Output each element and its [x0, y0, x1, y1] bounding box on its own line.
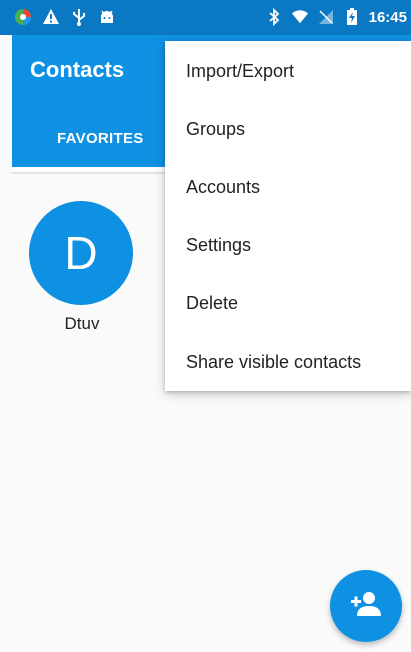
contact-name[interactable]: Dtuv — [50, 314, 114, 334]
battery-charging-icon — [343, 8, 361, 26]
usb-icon — [70, 8, 88, 26]
signal-icon — [317, 8, 335, 26]
overflow-menu: Import/Export Groups Accounts Settings D… — [165, 41, 411, 391]
page-title: Contacts — [30, 57, 125, 82]
bluetooth-icon — [265, 8, 283, 26]
status-bar-left — [14, 8, 116, 26]
menu-item-delete[interactable]: Delete — [165, 275, 411, 331]
status-bar: 16:45 — [0, 0, 411, 35]
menu-item-import-export[interactable]: Import/Export — [165, 43, 411, 99]
menu-item-settings[interactable]: Settings — [165, 217, 411, 273]
status-bar-right: 16:45 — [265, 8, 407, 26]
app-logo-icon — [14, 8, 32, 26]
avatar[interactable]: D — [29, 201, 133, 305]
add-contact-button[interactable] — [330, 570, 402, 642]
warning-icon — [42, 8, 60, 26]
wifi-icon — [291, 8, 309, 26]
tab-indicator — [12, 167, 172, 171]
menu-item-groups[interactable]: Groups — [165, 101, 411, 157]
menu-item-accounts[interactable]: Accounts — [165, 159, 411, 215]
menu-item-share-visible-contacts[interactable]: Share visible contacts — [165, 334, 411, 390]
tab-favorites[interactable]: FAVORITES — [57, 130, 144, 147]
add-contact-icon — [350, 591, 382, 622]
android-icon — [98, 8, 116, 26]
status-time: 16:45 — [368, 8, 407, 26]
